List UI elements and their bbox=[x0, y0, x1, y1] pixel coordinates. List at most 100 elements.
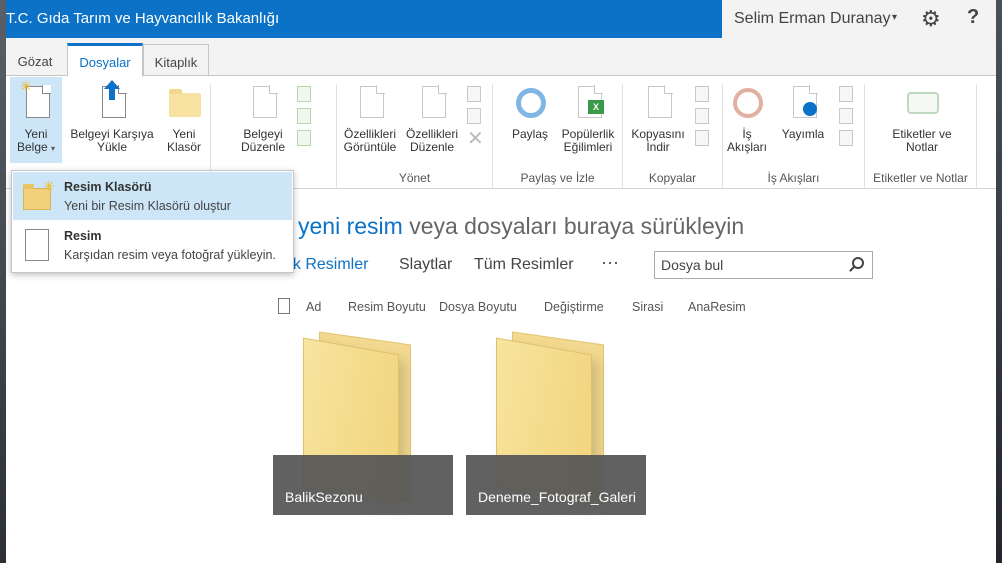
browser-window: T.C. Gıda Tarım ve Hayvancılık Bakanlığı… bbox=[6, 0, 996, 563]
go-to-source-icon[interactable] bbox=[695, 130, 709, 146]
popularity-trends-icon: X bbox=[570, 84, 606, 122]
edit-document-label-2: Düzenle bbox=[240, 140, 286, 154]
new-star-icon: ✳ bbox=[43, 178, 55, 194]
search-icon[interactable] bbox=[852, 257, 864, 269]
column-picture-size[interactable]: Resim Boyutu bbox=[348, 300, 426, 314]
menu-item-title: Resim Klasörü bbox=[64, 180, 152, 194]
edit-document-button[interactable]: Belgeyi Düzenle bbox=[235, 84, 291, 154]
arrow-stem-icon bbox=[109, 88, 115, 100]
workflows-label-2: Akışları bbox=[727, 140, 768, 154]
share-label: Paylaş bbox=[511, 127, 549, 141]
popularity-trends-button[interactable]: X Popülerlik Eğilimleri bbox=[557, 84, 619, 154]
approve-reject-icon[interactable] bbox=[839, 108, 853, 124]
tags-label-2: Notlar bbox=[905, 140, 938, 154]
column-file-size[interactable]: Dosya Boyutu bbox=[439, 300, 517, 314]
new-picture-link[interactable]: yeni resim bbox=[298, 213, 403, 239]
page-icon bbox=[648, 85, 673, 118]
new-folder-button[interactable]: Yeni Klasör bbox=[160, 84, 208, 154]
dropdown-caret-icon: ▾ bbox=[51, 144, 56, 153]
edit-properties-icon bbox=[414, 84, 450, 122]
upload-document-button[interactable]: Belgeyi Karşıya Yükle bbox=[64, 80, 160, 154]
desktop-edge-right bbox=[996, 0, 1002, 563]
document-type-icon bbox=[278, 298, 290, 314]
edit-properties-label-2: Düzenle bbox=[409, 140, 455, 154]
site-title[interactable]: T.C. Gıda Tarım ve Hayvancılık Bakanlığı bbox=[6, 10, 279, 27]
discard-checkout-icon[interactable] bbox=[297, 130, 311, 146]
folder-name[interactable]: Deneme_Fotograf_Galeri bbox=[466, 455, 646, 515]
view-thumbnails[interactable]: ük Resimler bbox=[284, 256, 368, 274]
ribbon-group-share: Paylaş X Popülerlik Eğilimleri Paylaş ve… bbox=[493, 84, 623, 188]
view-properties-label-2: Görüntüle bbox=[343, 140, 397, 154]
search-input[interactable] bbox=[661, 256, 841, 274]
publish-button[interactable]: Yayımla bbox=[775, 84, 831, 141]
menu-item-description: Karşıdan resim veya fotoğraf yükleyin. bbox=[64, 248, 276, 262]
new-folder-label-2: Klasör bbox=[166, 140, 201, 154]
cancel-approval-icon[interactable] bbox=[839, 130, 853, 146]
menu-item-picture[interactable]: Resim Karşıdan resim veya fotoğraf yükle… bbox=[13, 221, 292, 269]
shared-with-icon[interactable] bbox=[467, 108, 481, 124]
edit-document-label-1: Belgeyi bbox=[243, 127, 283, 141]
column-name[interactable]: Ad bbox=[306, 300, 321, 314]
share-button[interactable]: Paylaş bbox=[505, 84, 555, 141]
tab-library[interactable]: Kitaplık bbox=[143, 44, 209, 76]
column-order[interactable]: Sirasi bbox=[632, 300, 663, 314]
version-history-icon[interactable] bbox=[467, 86, 481, 102]
ribbon-tab-row: Gözat Dosyalar Kitaplık bbox=[6, 38, 996, 77]
view-properties-icon bbox=[352, 84, 388, 122]
folder-name[interactable]: BalikSezonu bbox=[273, 455, 453, 515]
download-label-2: İndir bbox=[646, 140, 670, 154]
search-box bbox=[654, 251, 873, 279]
group-label-copies: Kopyalar bbox=[648, 171, 697, 185]
workflow-small-buttons bbox=[839, 86, 859, 152]
delete-icon[interactable]: ✕ bbox=[467, 129, 487, 149]
column-modified[interactable]: Değiştirme bbox=[544, 300, 604, 314]
new-document-button[interactable]: ✳ Yeni Belge ▾ bbox=[10, 77, 62, 163]
tab-browse[interactable]: Gözat bbox=[6, 44, 64, 76]
view-all-pictures[interactable]: Tüm Resimler bbox=[474, 256, 574, 274]
view-properties-button[interactable]: Özellikleri Görüntüle bbox=[341, 84, 399, 154]
folder-tile[interactable]: Deneme_Fotograf_Galeri bbox=[466, 330, 646, 515]
user-panel: Selim Erman Duranay ▾ ⚙ ? bbox=[722, 0, 996, 38]
suite-bar: T.C. Gıda Tarım ve Hayvancılık Bakanlığı… bbox=[6, 0, 996, 38]
tags-notes-button[interactable]: Etiketler ve Notlar bbox=[879, 84, 965, 154]
popularity-label-1: Popülerlik bbox=[561, 127, 615, 141]
menu-item-description: Yeni bir Resim Klasörü oluştur bbox=[64, 199, 231, 213]
group-label-share: Paylaş ve İzle bbox=[520, 171, 595, 185]
view-slides[interactable]: Slaytlar bbox=[399, 256, 452, 274]
download-copy-button[interactable]: Kopyasını İndir bbox=[627, 84, 689, 154]
edit-properties-button[interactable]: Özellikleri Düzenle bbox=[403, 84, 461, 154]
unpublish-icon[interactable] bbox=[839, 86, 853, 102]
user-name[interactable]: Selim Erman Duranay bbox=[734, 10, 891, 28]
page-icon bbox=[360, 85, 385, 118]
new-document-menu: ✳ Resim Klasörü Yeni bir Resim Klasörü o… bbox=[11, 170, 294, 273]
folder-icon bbox=[166, 84, 202, 122]
group-label-workflows: İş Akışları bbox=[767, 171, 820, 185]
menu-item-picture-folder[interactable]: ✳ Resim Klasörü Yeni bir Resim Klasörü o… bbox=[13, 172, 292, 220]
group-label-manage: Yönet bbox=[398, 171, 431, 185]
tag-icon bbox=[904, 84, 940, 122]
check-in-icon[interactable] bbox=[297, 108, 311, 124]
tag-shape-icon bbox=[907, 92, 939, 114]
edit-properties-label-1: Özellikleri bbox=[405, 127, 458, 141]
user-menu-caret-icon[interactable]: ▾ bbox=[892, 12, 897, 23]
page-icon bbox=[253, 85, 278, 118]
help-icon[interactable]: ? bbox=[967, 6, 979, 29]
check-out-icon[interactable] bbox=[297, 86, 311, 102]
new-folder-label-1: Yeni bbox=[172, 127, 196, 141]
group-label-tags: Etiketler ve Notlar bbox=[873, 171, 968, 185]
more-views-button[interactable]: ··· bbox=[601, 252, 619, 273]
tags-label-1: Etiketler ve bbox=[892, 127, 952, 141]
manage-small-buttons: ✕ bbox=[467, 86, 487, 149]
manage-copies-icon[interactable] bbox=[695, 108, 709, 124]
send-to-icon[interactable] bbox=[695, 86, 709, 102]
edit-document-icon bbox=[245, 84, 281, 122]
tab-files[interactable]: Dosyalar bbox=[67, 43, 143, 77]
gear-icon[interactable]: ⚙ bbox=[921, 6, 941, 32]
ribbon-group-manage: Özellikleri Görüntüle Özellikleri Düzenl… bbox=[337, 84, 493, 188]
picture-page-icon bbox=[25, 229, 49, 261]
new-document-icon: ✳ bbox=[18, 79, 54, 122]
column-main-picture[interactable]: AnaResim bbox=[688, 300, 746, 314]
ribbon-group-tags: Etiketler ve Notlar Etiketler ve Notlar bbox=[865, 84, 977, 188]
folder-tile[interactable]: BalikSezonu bbox=[273, 330, 453, 515]
workflows-button[interactable]: İş Akışları bbox=[727, 84, 767, 154]
